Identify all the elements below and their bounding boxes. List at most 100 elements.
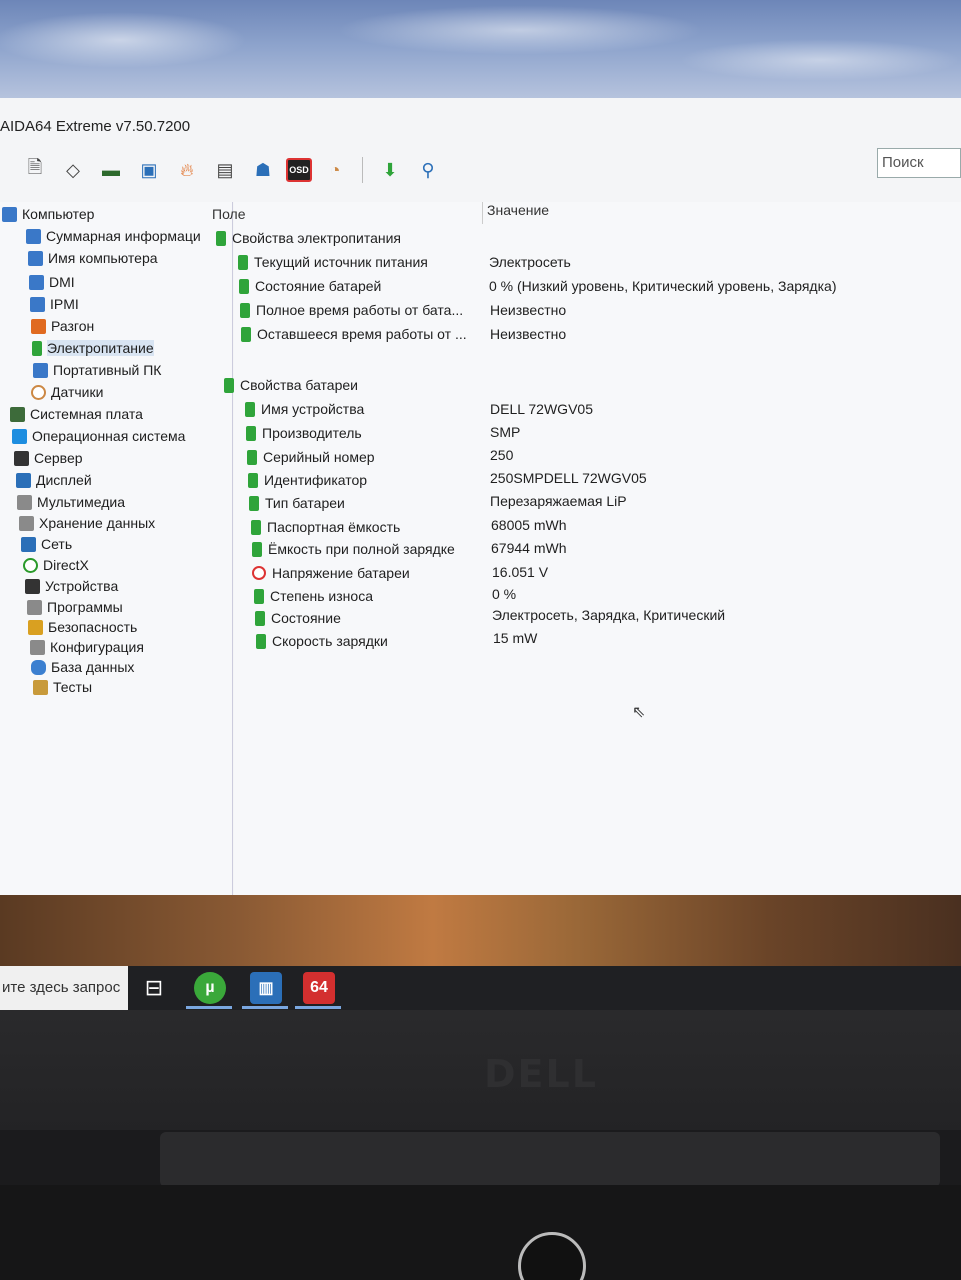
download-icon[interactable]: ⬇: [375, 155, 405, 185]
memory-icon[interactable]: ▬: [96, 155, 126, 185]
tree-item-display[interactable]: Дисплей: [16, 470, 92, 490]
osd-icon[interactable]: OSD: [286, 158, 312, 182]
task-view-icon[interactable]: ⊟: [138, 972, 170, 1004]
table-row[interactable]: Текущий источник питания: [238, 252, 428, 272]
tree-item-label: Устройства: [45, 578, 119, 594]
table-row[interactable]: Степень износа: [254, 586, 373, 606]
devices-icon: [25, 578, 40, 594]
tree-item-server[interactable]: Сервер: [14, 448, 83, 468]
tree-item-security[interactable]: Безопасность: [28, 617, 137, 637]
field-label: Степень износа: [270, 588, 373, 604]
field-label: Серийный номер: [263, 449, 375, 465]
flame-icon[interactable]: 🔥︎: [172, 155, 202, 185]
tree-item-portable[interactable]: Портативный ПК: [33, 360, 161, 380]
computer-icon: [2, 206, 17, 222]
battery-icon: [255, 610, 265, 626]
network-icon: [21, 536, 36, 552]
tree-item-config[interactable]: Конфигурация: [30, 637, 144, 657]
tree-item-label: База данных: [51, 659, 135, 675]
battery-icon: [249, 495, 259, 511]
motherboard-icon[interactable]: ◇: [58, 155, 88, 185]
tests-icon: [33, 679, 48, 695]
battery-icon: [238, 254, 248, 270]
report-icon[interactable]: 🗎: [20, 155, 50, 185]
tree-item-directx[interactable]: DirectX: [23, 555, 89, 575]
server-icon: [14, 450, 29, 466]
active-indicator: [186, 1006, 232, 1009]
search-input[interactable]: Поиск: [877, 148, 961, 178]
table-row[interactable]: Напряжение батареи: [252, 563, 410, 583]
desktop-wallpaper-ground: [0, 895, 961, 970]
tree-item-os[interactable]: Операционная система: [12, 426, 185, 446]
computer-icon: [29, 274, 44, 290]
active-indicator: [295, 1006, 341, 1009]
tree-item-label: Сеть: [41, 536, 73, 552]
group-header-battery[interactable]: Свойства батареи: [224, 375, 358, 395]
field-value: Перезаряжаемая LiP: [490, 493, 627, 509]
tree-item-label: Электропитание: [47, 340, 154, 356]
battery-icon: [251, 519, 261, 535]
tree-item-network[interactable]: Сеть: [21, 534, 72, 554]
table-row[interactable]: Серийный номер: [247, 447, 375, 467]
tree-item-sensors[interactable]: Датчики: [31, 382, 103, 402]
taskbar-search-input[interactable]: ите здесь запрос: [0, 966, 128, 1010]
tree-item-ipmi[interactable]: IPMI: [30, 294, 79, 314]
tree-item-label: IPMI: [50, 296, 79, 312]
database-icon: [31, 659, 46, 675]
xbox-icon: [23, 557, 38, 573]
tree-item-dmi[interactable]: DMI: [29, 272, 75, 292]
search-icon[interactable]: ⚲: [413, 155, 443, 185]
field-value: 250: [490, 447, 514, 463]
tree-item-overclock[interactable]: Разгон: [31, 316, 94, 336]
tree-item-computer[interactable]: Компьютер: [2, 204, 94, 224]
clipboard-icon[interactable]: ▤: [210, 155, 240, 185]
tree-item-summary[interactable]: Суммарная информаци: [26, 226, 201, 246]
tree-item-label: DirectX: [43, 557, 89, 573]
column-header-field[interactable]: Поле: [212, 206, 246, 222]
battery-icon: [239, 278, 249, 294]
table-row[interactable]: Оставшееся время работы от ...: [241, 324, 467, 344]
sensor-icon: [31, 384, 46, 400]
user-icon[interactable]: ☗: [248, 155, 278, 185]
table-row[interactable]: Тип батареи: [249, 493, 345, 513]
active-indicator: [242, 1006, 288, 1009]
column-separator[interactable]: [482, 202, 483, 224]
battery-icon: [256, 633, 266, 649]
aida64-taskbar-icon[interactable]: 64: [295, 972, 341, 1009]
tree-item-devices[interactable]: Устройства: [25, 576, 118, 596]
network-icon[interactable]: ▣: [134, 155, 164, 185]
tree-item-database[interactable]: База данных: [31, 657, 134, 677]
aida64-label: 64: [310, 979, 328, 996]
field-label: Состояние: [271, 610, 341, 626]
column-header-value[interactable]: Значение: [487, 202, 549, 218]
group-title: Свойства электропитания: [232, 230, 401, 246]
utorrent-icon[interactable]: µ: [186, 972, 232, 1009]
table-row[interactable]: Скорость зарядки: [256, 631, 388, 651]
table-row[interactable]: Идентификатор: [248, 470, 367, 490]
tree-item-power[interactable]: Электропитание: [32, 338, 154, 358]
gauge-icon[interactable]: ◔: [320, 155, 350, 185]
table-row[interactable]: Состояние: [255, 608, 341, 628]
table-row[interactable]: Состояние батарей: [239, 276, 381, 296]
table-row[interactable]: Полное время работы от бата...: [240, 300, 463, 320]
tree-item-computer-name[interactable]: Имя компьютера: [28, 248, 158, 268]
tree-item-label: Хранение данных: [39, 515, 156, 531]
battery-icon: [247, 449, 257, 465]
field-label: Напряжение батареи: [272, 565, 410, 581]
tree-item-label: Операционная система: [32, 428, 186, 444]
table-row[interactable]: Паспортная ёмкость: [251, 517, 400, 537]
field-value: 68005 mWh: [491, 517, 567, 533]
store-icon[interactable]: ▥: [242, 972, 288, 1009]
tree-item-storage[interactable]: Хранение данных: [19, 513, 155, 533]
tree-item-tests[interactable]: Тесты: [33, 677, 92, 697]
tree-item-programs[interactable]: Программы: [27, 597, 123, 617]
field-value: 0 %: [492, 586, 517, 602]
details-table: Поле Значение Свойства электропитания Те…: [212, 202, 961, 898]
table-row[interactable]: Ёмкость при полной зарядке: [252, 539, 455, 559]
table-row[interactable]: Имя устройства: [245, 399, 364, 419]
tree-item-multimedia[interactable]: Мультимедиа: [17, 492, 125, 512]
table-row[interactable]: Производитель: [246, 423, 362, 443]
battery-icon: [240, 302, 250, 318]
group-header-power[interactable]: Свойства электропитания: [216, 228, 401, 248]
tree-item-motherboard[interactable]: Системная плата: [10, 404, 143, 424]
